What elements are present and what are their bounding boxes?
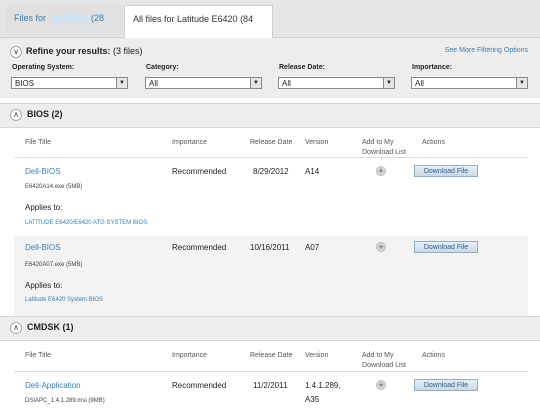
release-date-value: 10/16/2011 <box>250 243 290 252</box>
dropdown-arrow-icon: ▼ <box>516 78 527 88</box>
section-title-bios: BIOS (2) <box>27 109 63 119</box>
col-release-date: Release Date <box>250 139 293 146</box>
plus-icon[interactable]: + <box>376 380 386 390</box>
chevron-up-icon[interactable]: ∧ <box>10 322 22 334</box>
col-actions: Actions <box>422 352 445 359</box>
filter-label-importance: Importance: <box>412 64 453 71</box>
col-add-line2: Download List <box>362 149 406 156</box>
version-value: A07 <box>305 243 320 252</box>
file-title-link[interactable]: Dell-BIOS <box>25 243 61 252</box>
applies-to-link[interactable]: Latitude E6420 System BIOS <box>25 297 103 303</box>
refine-count: (3 files) <box>113 46 143 56</box>
section-title-cmdsk: CMDSK (1) <box>27 322 74 332</box>
applies-to-label: Applies to: <box>25 281 63 290</box>
release-date-select-value: All <box>282 79 291 88</box>
download-file-button[interactable]: Download File <box>414 379 478 391</box>
refine-title: Refine your results: (3 files) <box>26 46 143 56</box>
section-header-cmdsk[interactable] <box>0 316 540 341</box>
importance-select-value: All <box>415 79 424 88</box>
more-filtering-link[interactable]: See More Filtering Options <box>445 47 528 54</box>
chevron-up-icon[interactable]: ∧ <box>10 109 22 121</box>
tab-all-files[interactable]: All files for Latitude E6420 (84 files) <box>124 5 273 50</box>
version-value-line2: A35 <box>305 395 320 404</box>
col-importance: Importance <box>172 352 208 359</box>
file-name: E6420A14.exe (5MB) <box>25 184 83 190</box>
filter-label-category: Category: <box>146 64 179 71</box>
version-value: 1.4.1.289, <box>305 381 341 390</box>
release-date-value: 8/29/2012 <box>253 167 289 176</box>
section-header-bios[interactable] <box>0 103 540 128</box>
col-file-title: File Title <box>25 139 52 146</box>
dropdown-arrow-icon: ▼ <box>250 78 261 88</box>
plus-icon[interactable]: + <box>376 242 386 252</box>
col-release-date: Release Date <box>250 352 293 359</box>
release-date-select[interactable]: All ▼ <box>278 77 395 89</box>
filter-label-release-date: Release Date: <box>279 64 325 71</box>
importance-value: Recommended <box>172 381 227 390</box>
filter-label-os: Operating System: <box>12 64 75 71</box>
col-add-line1: Add to My <box>362 139 394 146</box>
tab-files-for-product[interactable]: Files for (28 files) <box>6 5 124 49</box>
col-add-line1: Add to My <box>362 352 394 359</box>
col-version: Version <box>305 139 329 146</box>
tab-label: Files for <box>14 13 47 23</box>
applies-to-label: Applies to: <box>25 203 63 212</box>
file-name: DSIAPC_1.4.1.289.msi (9MB) <box>25 398 105 404</box>
applies-to-link[interactable]: LATITUDE E6420/E6420 ATG SYSTEM BIOS <box>25 220 147 226</box>
category-select-value: All <box>149 79 158 88</box>
col-actions: Actions <box>422 139 445 146</box>
release-date-value: 11/2/2011 <box>253 381 288 390</box>
version-value: A14 <box>305 167 320 176</box>
col-add-to-list: Add to My Download List <box>362 138 406 158</box>
os-select[interactable]: BIOS ▼ <box>11 77 128 89</box>
file-name: E6420A07.exe (5MB) <box>25 262 83 268</box>
redacted-text <box>50 14 87 23</box>
download-file-button[interactable]: Download File <box>414 241 478 253</box>
divider <box>14 157 528 158</box>
file-title-link[interactable]: Dell-BIOS <box>25 167 61 176</box>
file-title-link[interactable]: Dell-Application <box>25 381 81 390</box>
os-select-value: BIOS <box>15 79 35 88</box>
dropdown-arrow-icon: ▼ <box>116 78 127 88</box>
divider <box>14 371 528 372</box>
refine-title-text: Refine your results: <box>26 46 111 56</box>
col-add-to-list: Add to My Download List <box>362 351 406 371</box>
importance-value: Recommended <box>172 243 227 252</box>
plus-icon[interactable]: + <box>376 166 386 176</box>
chevron-down-icon[interactable]: ∨ <box>10 46 22 58</box>
col-importance: Importance <box>172 139 208 146</box>
tab-bar: Files for (28 files) All files for Latit… <box>0 0 540 50</box>
category-select[interactable]: All ▼ <box>145 77 262 89</box>
col-file-title: File Title <box>25 352 52 359</box>
importance-select[interactable]: All ▼ <box>411 77 528 89</box>
dropdown-arrow-icon: ▼ <box>383 78 394 88</box>
col-add-line2: Download List <box>362 362 406 369</box>
col-version: Version <box>305 352 329 359</box>
download-file-button[interactable]: Download File <box>414 165 478 177</box>
importance-value: Recommended <box>172 167 227 176</box>
